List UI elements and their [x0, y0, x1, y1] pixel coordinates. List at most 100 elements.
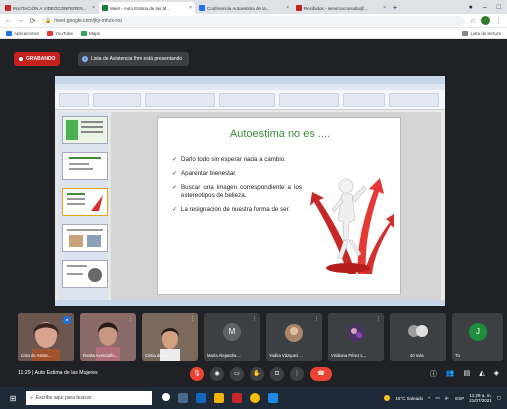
more-participants-tile[interactable]: 40 más: [390, 313, 446, 361]
people-icon[interactable]: 👥: [446, 369, 455, 379]
url-input[interactable]: 🔒 meet.google.com/jky-mhzx-nsi: [41, 15, 465, 26]
taskbar-apps: [162, 393, 278, 403]
close-icon[interactable]: ×: [189, 5, 192, 11]
file-explorer-icon[interactable]: [214, 393, 224, 403]
present-button[interactable]: ⊡: [270, 367, 284, 381]
meet-top-bar: GRABANDO i Lista de Asistencia Ihm está …: [0, 39, 507, 75]
taskbar-search-input[interactable]: ⌕ Escribe aquí para buscar: [26, 391, 152, 405]
leave-call-button[interactable]: ☎: [310, 367, 332, 381]
calendar-favicon-icon: [199, 5, 205, 11]
volume-icon[interactable]: 🔈: [445, 395, 451, 401]
bookmark-youtube[interactable]: YouTube: [47, 30, 73, 36]
presenting-label: Lista de Asistencia Ihm está presentando: [91, 56, 183, 62]
slide-thumbnail[interactable]: [62, 116, 108, 144]
clock[interactable]: 11:29 a. m. 21/07/2021: [469, 393, 492, 404]
bullet-text: Aparentar bienestar.: [181, 170, 237, 177]
clock-date: 21/07/2021: [469, 398, 492, 403]
language-indicator[interactable]: ESP: [455, 396, 464, 401]
slide-thumbnail[interactable]: [62, 260, 108, 288]
maximize-icon[interactable]: □: [497, 4, 501, 11]
info-icon: i: [82, 56, 88, 62]
arrows-figure-illustration: [310, 178, 394, 274]
maps-icon: [80, 30, 87, 36]
browser-tab[interactable]: Recibidos - servicioconsulta@... ×: [293, 2, 389, 14]
windows-start-icon[interactable]: ⊞: [6, 394, 20, 403]
task-view-icon[interactable]: [178, 393, 188, 403]
participant-tile[interactable]: ⋮ Yadira Vázquez ...: [266, 313, 322, 361]
raise-hand-button[interactable]: ✋: [250, 367, 264, 381]
mic-off-icon: ⋮: [314, 316, 319, 322]
browser-tab[interactable]: INVITACIÓN A VIDEOCONFEREN... ×: [2, 2, 98, 14]
participant-strip: ● Lista de Asiste... ⋮ Rosita Avendaño..…: [18, 313, 503, 361]
slide-thumbnail[interactable]: [62, 152, 108, 180]
shared-screen: Autoestima no es .... ✓ Darlo todo sin e…: [55, 76, 445, 306]
menu-icon[interactable]: ⋮: [495, 17, 502, 25]
url-text: meet.google.com/jky-mhzx-nsi: [54, 17, 122, 24]
powerpoint-ribbon: [55, 90, 445, 110]
network-icon[interactable]: ▭: [435, 395, 439, 401]
bookmark-apps[interactable]: Aplicaciones: [6, 30, 40, 36]
profile-dot-icon[interactable]: ●: [469, 4, 473, 11]
participant-name: Lista de Asiste...: [21, 353, 52, 358]
tab-label: Meet - Auto Estima de las M...: [110, 5, 171, 11]
word-icon[interactable]: [268, 393, 278, 403]
ribbon-group: [343, 93, 385, 107]
checkmark-icon: ✓: [172, 185, 178, 191]
notifications-icon[interactable]: ▢: [497, 395, 501, 401]
bookmark-maps[interactable]: Maps: [80, 30, 100, 36]
more-options-button[interactable]: ⋮: [290, 367, 304, 381]
close-icon[interactable]: ×: [92, 5, 95, 11]
speaking-indicator-icon: ●: [63, 316, 71, 324]
participant-tile[interactable]: ● Lista de Asiste...: [18, 313, 74, 361]
shield-icon[interactable]: ◈: [494, 369, 499, 379]
powerpoint-icon[interactable]: [232, 393, 242, 403]
thumbnail-graphic: [67, 265, 102, 282]
profile-avatar[interactable]: [481, 16, 490, 25]
ribbon-group: [279, 93, 339, 107]
cortana-icon[interactable]: [162, 393, 170, 401]
lock-icon: 🔒: [45, 17, 52, 24]
edge-icon[interactable]: [196, 393, 206, 403]
reload-icon[interactable]: ⟳: [29, 17, 36, 25]
slide-title: Autoestima no es ....: [229, 128, 331, 140]
participant-name: María Alejandra ...: [207, 353, 241, 358]
tray-arrow-icon[interactable]: ^: [428, 396, 430, 401]
browser-tab[interactable]: Conferencia Autoestima de la... ×: [196, 2, 292, 14]
bookmark-star-icon[interactable]: ☆: [470, 17, 476, 25]
chrome-icon[interactable]: [250, 393, 260, 403]
bookmark-label: Aplicaciones: [14, 30, 40, 36]
gmail-favicon-icon: [5, 5, 11, 11]
back-icon[interactable]: ←: [5, 17, 12, 24]
record-dot-icon: [19, 57, 23, 61]
ribbon-group: [389, 93, 439, 107]
info-icon[interactable]: ⓘ: [430, 369, 437, 379]
self-tile[interactable]: J Tú: [452, 313, 503, 361]
participant-tile[interactable]: ⋮ Cintia de Lu...: [142, 313, 198, 361]
bullet-text: La resignación de nuestra forma de ser.: [181, 206, 291, 213]
participant-name: Rosita Avendaño...: [83, 353, 119, 358]
participant-tile[interactable]: ⋮ Rosita Avendaño...: [80, 313, 136, 361]
mic-toggle-button[interactable]: 🎙: [190, 367, 204, 381]
new-tab-button[interactable]: +: [390, 2, 400, 14]
camera-toggle-button[interactable]: ◉: [210, 367, 224, 381]
reading-list-icon: [462, 30, 469, 36]
participant-tile[interactable]: ⋮ Viridiana Pérez L...: [328, 313, 384, 361]
slide-thumbnail[interactable]: [62, 224, 108, 252]
minimize-icon[interactable]: –: [483, 4, 487, 11]
reading-list[interactable]: Lista de lectura: [462, 30, 501, 36]
mic-off-icon: ⋮: [252, 316, 257, 322]
close-icon[interactable]: ×: [286, 5, 289, 11]
slide-thumbnail-selected[interactable]: [62, 188, 108, 216]
captions-button[interactable]: ▭: [230, 367, 244, 381]
participant-avatar: M: [223, 323, 241, 341]
weather-text[interactable]: 16°C Soleado: [395, 396, 423, 401]
gmail-favicon-icon: [296, 5, 302, 11]
forward-icon[interactable]: →: [17, 17, 24, 24]
participant-tile[interactable]: M ⋮ María Alejandra ...: [204, 313, 260, 361]
self-avatar: J: [469, 323, 487, 341]
slide-editor-area: Autoestima no es .... ✓ Darlo todo sin e…: [111, 112, 441, 300]
chat-icon[interactable]: ▤: [464, 369, 471, 379]
browser-tab-active[interactable]: Meet - Auto Estima de las M... ×: [99, 2, 195, 14]
activities-icon[interactable]: ◭: [479, 369, 484, 379]
close-icon[interactable]: ×: [383, 5, 386, 11]
